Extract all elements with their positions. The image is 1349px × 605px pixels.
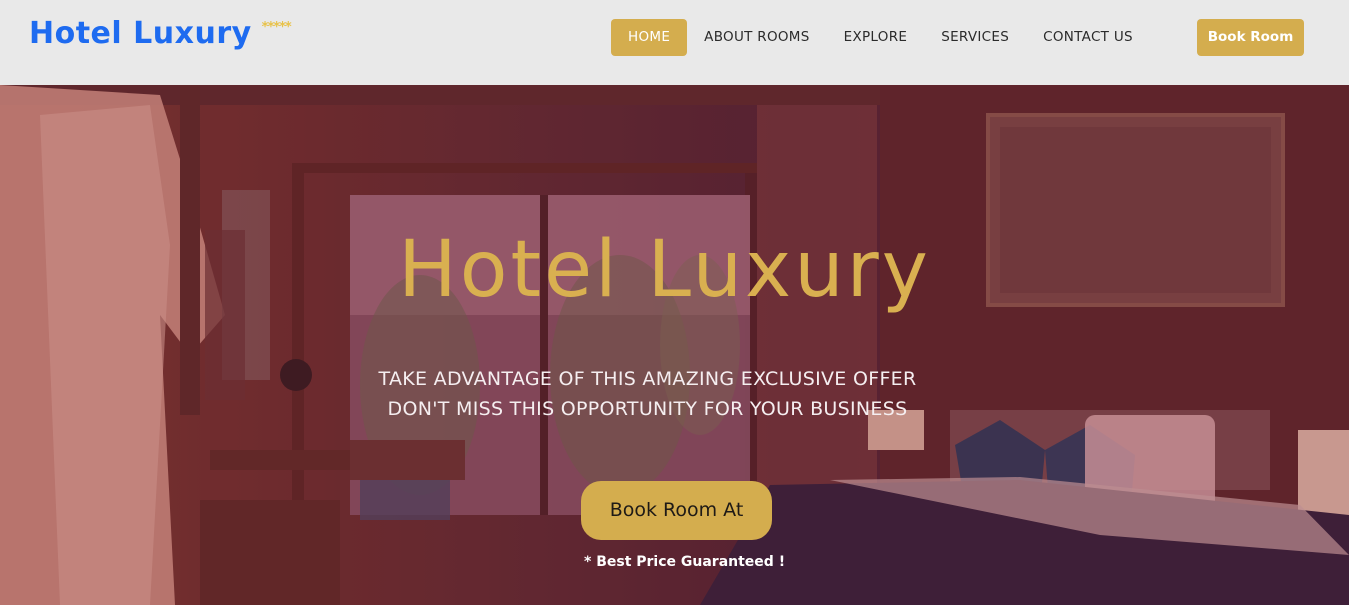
book-room-cta-button[interactable]: Book Room At: [581, 481, 772, 540]
brand-logo[interactable]: Hotel Luxury *****: [29, 16, 292, 51]
price-guarantee-note: * Best Price Guaranteed !: [584, 554, 786, 570]
site-header: Hotel Luxury ***** HOME ABOUT ROOMS EXPL…: [0, 0, 1349, 85]
nav-item-contact-us[interactable]: CONTACT US: [1026, 19, 1150, 56]
nav-item-about-rooms[interactable]: ABOUT ROOMS: [687, 19, 826, 56]
nav-item-explore[interactable]: EXPLORE: [827, 19, 925, 56]
hero-title: Hotel Luxury: [398, 225, 931, 315]
brand-name: Hotel Luxury: [29, 16, 252, 51]
book-room-button[interactable]: Book Room: [1197, 19, 1304, 56]
brand-stars: *****: [261, 20, 292, 35]
main-nav: HOME ABOUT ROOMS EXPLORE SERVICES CONTAC…: [611, 19, 1150, 56]
hero-tagline-2: DON'T MISS THIS OPPORTUNITY FOR YOUR BUS…: [387, 398, 908, 420]
nav-item-services[interactable]: SERVICES: [924, 19, 1026, 56]
nav-item-home[interactable]: HOME: [611, 19, 688, 56]
hero-section: Hotel Luxury TAKE ADVANTAGE OF THIS AMAZ…: [0, 85, 1349, 605]
hero-tagline-1: TAKE ADVANTAGE OF THIS AMAZING EXCLUSIVE…: [378, 368, 917, 390]
